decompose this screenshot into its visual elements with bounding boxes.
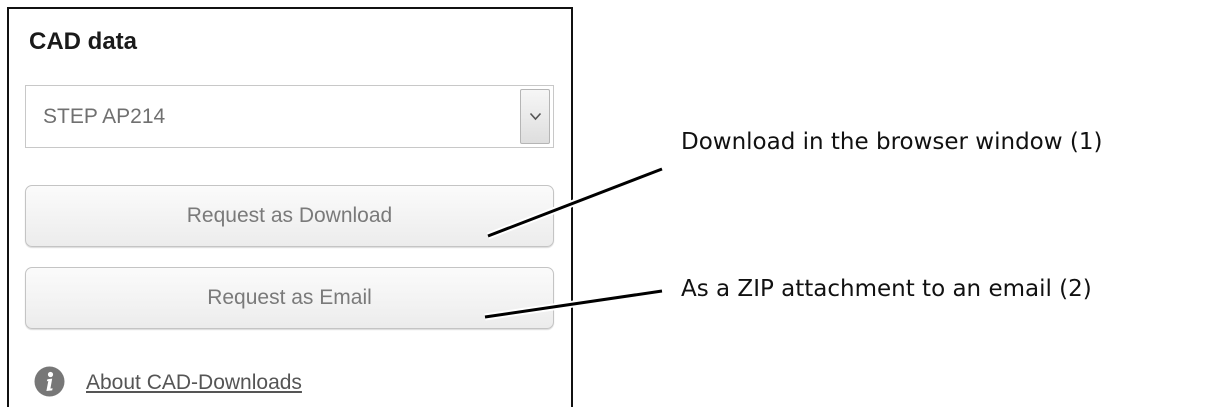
callout-connectors xyxy=(484,165,664,321)
callout-line-download xyxy=(486,165,664,240)
callout-line-email xyxy=(484,287,663,321)
callout-download-text: Download in the browser window (1) xyxy=(681,129,1103,155)
callout-email-text: As a ZIP attachment to an email (2) xyxy=(681,276,1092,302)
